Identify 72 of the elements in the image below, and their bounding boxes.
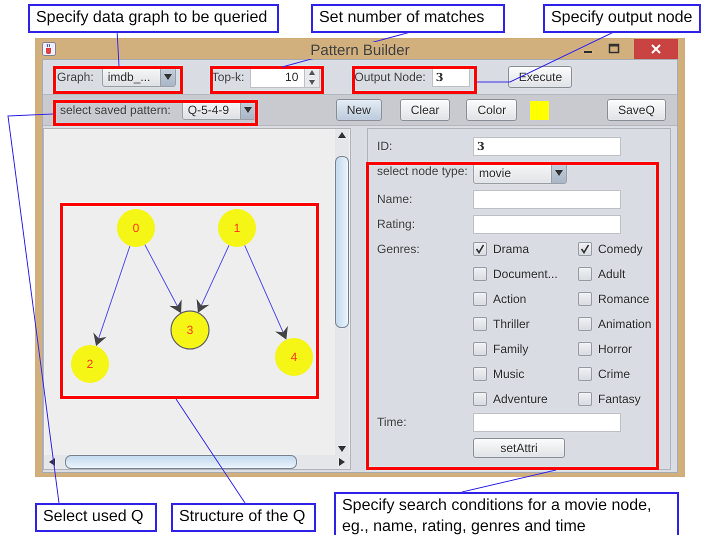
scroll-up-icon[interactable] xyxy=(338,132,346,138)
input-field[interactable] xyxy=(473,190,621,209)
callout-note: Specify data graph to be queried xyxy=(28,4,279,33)
caret-icon xyxy=(164,74,172,80)
callout-note: Set number of matches xyxy=(311,4,505,33)
genre-label: Romance xyxy=(598,292,650,306)
genre-label: Action xyxy=(493,292,526,306)
id-label: ID: xyxy=(377,138,394,153)
checkbox[interactable] xyxy=(473,392,487,406)
scroll-down-icon[interactable] xyxy=(338,446,346,452)
genre-label: Family xyxy=(493,342,528,356)
checkbox[interactable] xyxy=(578,392,592,406)
checkbox[interactable] xyxy=(578,316,592,330)
checkbox[interactable] xyxy=(578,266,592,280)
callout-note: Select used Q xyxy=(35,503,157,532)
output-node-field[interactable]: 3 xyxy=(432,67,470,87)
callout-note: Specify search conditions for a movie node, eg., name, rating, genres and time xyxy=(334,492,679,535)
output-node-label: Output Node: xyxy=(354,70,426,84)
genre-label: Animation xyxy=(598,316,652,330)
edge-arrow xyxy=(196,244,230,313)
node-type-label: select node type: xyxy=(377,163,469,178)
callout-note: Structure of the Q xyxy=(171,503,316,532)
genre-label: Drama xyxy=(493,242,530,256)
clear-button[interactable]: Clear xyxy=(400,99,450,121)
maximize-icon[interactable] xyxy=(608,42,620,54)
genre-label: Music xyxy=(493,366,524,380)
checkbox[interactable] xyxy=(578,342,592,356)
graph-label: Graph: xyxy=(57,70,94,84)
checkbox[interactable] xyxy=(473,342,487,356)
input-field[interactable] xyxy=(473,215,621,234)
callout-note: Specify output node xyxy=(543,4,701,33)
set-attribute-button[interactable]: setAttri xyxy=(473,438,565,458)
scroll-left-icon[interactable] xyxy=(49,458,55,466)
save-button[interactable]: SaveQ xyxy=(607,99,666,121)
caret-icon xyxy=(244,107,252,113)
cup-icon xyxy=(42,42,56,56)
genre-label: Document... xyxy=(493,266,558,280)
field-label: Rating: xyxy=(377,216,416,231)
checkbox[interactable] xyxy=(473,366,487,380)
time-label: Time: xyxy=(377,414,408,429)
checkbox[interactable] xyxy=(578,242,592,256)
close-button[interactable] xyxy=(634,38,678,58)
close-icon xyxy=(650,42,662,54)
checkbox[interactable] xyxy=(473,316,487,330)
genre-label: Fantasy xyxy=(598,392,641,406)
genres-label: Genres: xyxy=(377,241,421,256)
id-field[interactable]: 3 xyxy=(473,137,621,156)
new-button[interactable]: New xyxy=(336,99,382,121)
checkbox[interactable] xyxy=(473,242,487,256)
checkbox[interactable] xyxy=(578,292,592,306)
saved-pattern-label: select saved pattern: xyxy=(60,103,171,117)
genre-label: Thriller xyxy=(493,316,530,330)
caret-icon xyxy=(555,170,563,176)
genre-label: Adventure xyxy=(493,392,548,406)
genre-label: Horror xyxy=(598,342,632,356)
checkbox[interactable] xyxy=(578,366,592,380)
horizontal-scrollbar[interactable] xyxy=(44,455,350,469)
top-k-label: Top-k: xyxy=(212,70,244,84)
field-label: Name: xyxy=(377,191,414,206)
checkbox[interactable] xyxy=(473,292,487,306)
edge-arrow xyxy=(144,244,182,314)
color-swatch xyxy=(530,100,550,120)
scroll-right-icon[interactable] xyxy=(339,458,345,466)
execute-button[interactable]: Execute xyxy=(508,66,572,88)
genre-label: Comedy xyxy=(598,242,643,256)
graph-dropdown[interactable]: imdb_... xyxy=(102,67,176,87)
genre-label: Adult xyxy=(598,266,626,280)
genre-label: Crime xyxy=(598,366,630,380)
color-button[interactable]: Color xyxy=(466,99,518,121)
checkbox[interactable] xyxy=(473,266,487,280)
vertical-scrollbar[interactable] xyxy=(335,129,349,455)
time-field[interactable] xyxy=(473,413,621,432)
